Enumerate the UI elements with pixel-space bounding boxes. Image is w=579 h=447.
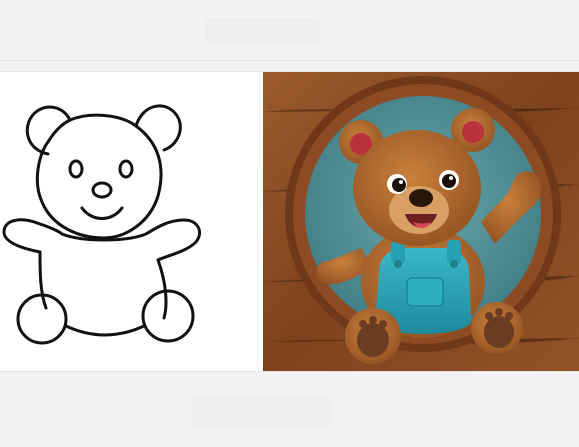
outline-nose [91,181,113,199]
outline-right-foot [141,289,195,343]
outline-left-foot [16,293,68,345]
top-placeholder-pill [205,18,320,44]
top-divider [0,60,579,61]
colored-bear-illustration [263,72,579,371]
outline-body-left [38,250,48,310]
bear-nose [409,189,433,207]
outline-bottom [64,324,146,337]
colored-bear-image[interactable] [263,72,579,371]
outline-bear-image[interactable] [0,72,263,371]
bottom-placeholder-pill [192,397,332,427]
outline-body [2,218,201,320]
image-comparison-card [0,71,579,372]
outline-mouth [80,206,124,220]
outline-right-eye [118,159,134,179]
outline-bear-drawing [2,104,201,345]
outline-right-ear [134,104,182,152]
top-bar [0,0,579,60]
outline-left-ear [25,105,72,156]
outline-left-eye [68,159,84,179]
overalls-pocket [406,277,444,307]
